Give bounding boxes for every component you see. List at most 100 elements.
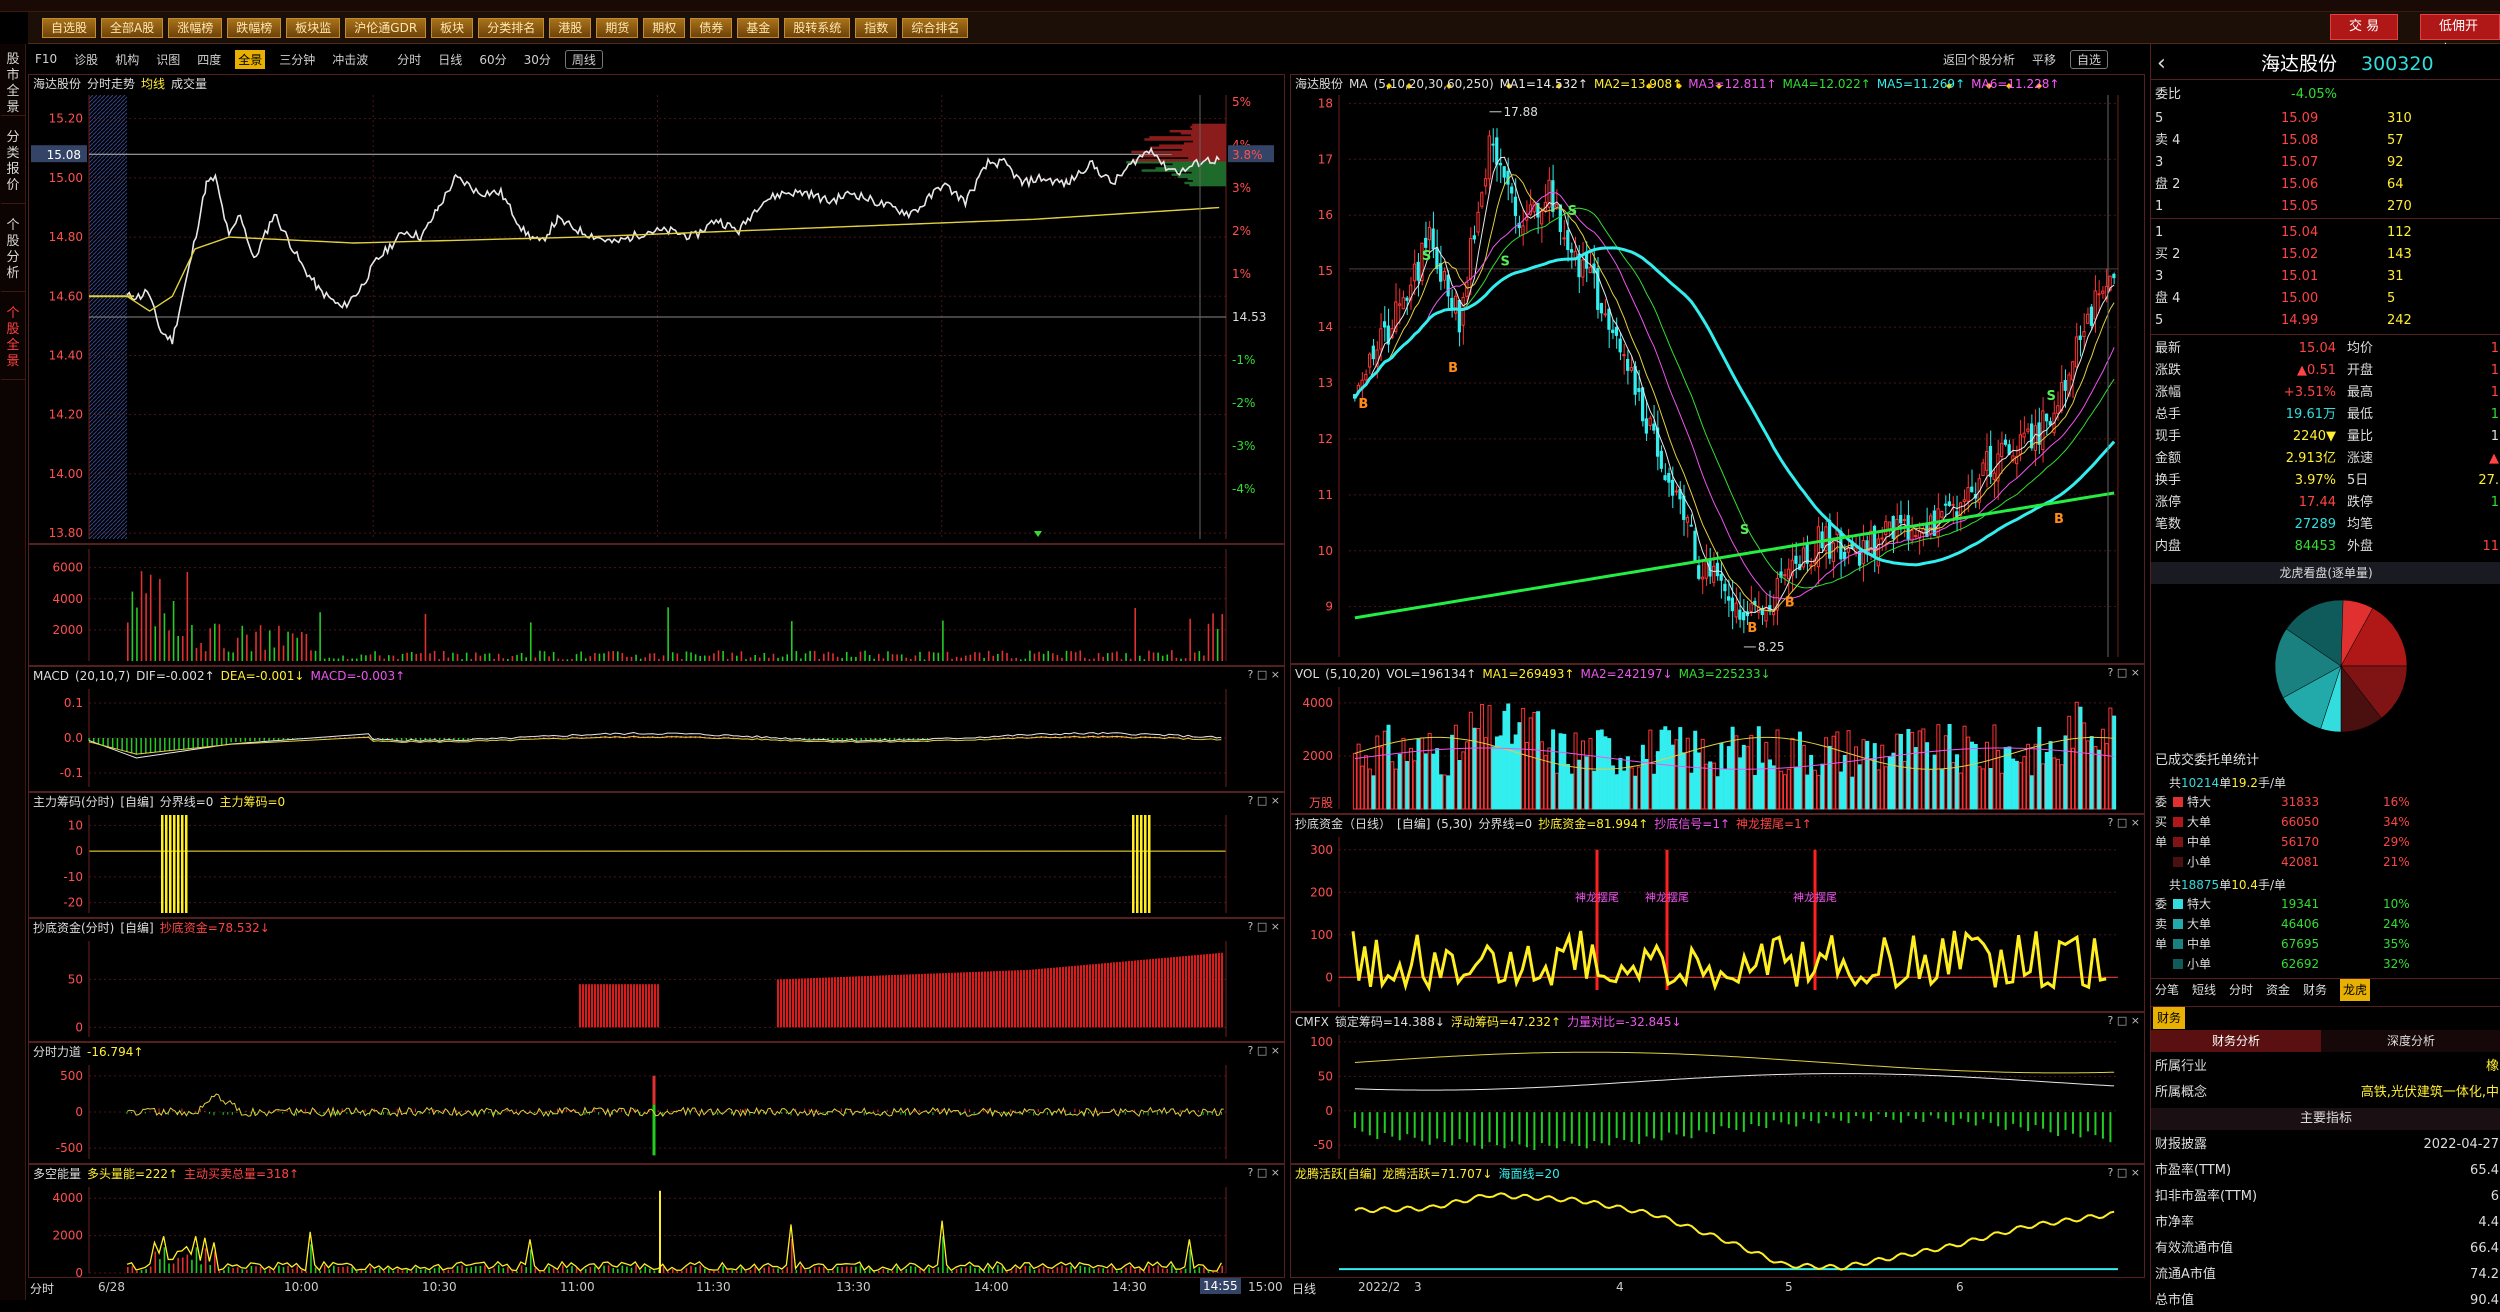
dk-bar [777, 1268, 779, 1273]
toolbar-button-8[interactable]: 港股 [549, 17, 592, 38]
toolbar-button-10[interactable]: 期权 [643, 17, 686, 38]
toolbar-button-0[interactable]: 自选股 [42, 17, 97, 38]
toolbar-button-15[interactable]: 综合排名 [902, 17, 969, 38]
subtab-6[interactable]: 三分钟 [276, 50, 318, 69]
macd-panel[interactable]: 0.1 0.0 -0.1 MACD (20,10,7) DIF=-0.002↑ DEA=-0… [28, 666, 1285, 792]
subtab-5[interactable]: 全景 [235, 49, 266, 69]
quote-tab-5[interactable]: 龙虎 [2340, 979, 2371, 1001]
sell-row-4[interactable]: 1 15.05 270 [2151, 196, 2500, 218]
vol-bar [333, 658, 335, 661]
cd-bar [1146, 959, 1148, 1028]
sell-tier-pct: 32% [2383, 957, 2410, 971]
buy-row-2[interactable]: 3 15.01 31 [2151, 266, 2500, 288]
cd-bar [819, 977, 821, 1028]
subtab-3[interactable]: 识图 [153, 50, 183, 69]
period-tab-2[interactable]: 60分 [476, 50, 509, 69]
quote-tab-1[interactable]: 短线 [2192, 979, 2216, 1001]
kline-action-2[interactable]: 自选 [2070, 49, 2109, 69]
quote-tab-3[interactable]: 资金 [2266, 979, 2290, 1001]
toolbar-button-3[interactable]: 跌幅榜 [227, 17, 282, 38]
panel-window-icons[interactable]: ? □ × [1248, 920, 1280, 933]
toolbar-button-9[interactable]: 期货 [596, 17, 639, 38]
panel-window-icons[interactable]: ? □ × [2108, 1166, 2140, 1179]
open-account-button[interactable]: 低佣开户 [2420, 14, 2500, 58]
side-tab-0[interactable]: 股市全景 [1, 46, 25, 116]
dk-bar [873, 1271, 876, 1273]
toolbar-button-14[interactable]: 指数 [855, 17, 898, 38]
subtab-7[interactable]: 冲击波 [329, 50, 371, 69]
dk-bar [232, 1268, 234, 1273]
side-tab-3[interactable]: 个股全景 [1, 300, 25, 380]
quote-tab-4[interactable]: 财务 [2303, 979, 2327, 1001]
kline-price-panel[interactable]: 18 17 16 15 14 13 12 11 10 9 B B S S S B B S S B 17.88 8.25 海达… [1290, 74, 2145, 664]
sell-row-2[interactable]: 3 15.07 92 [2151, 152, 2500, 174]
toolbar-button-5[interactable]: 沪伦通GDR [345, 17, 427, 38]
period-tab-4[interactable]: 周线 [564, 49, 603, 69]
cd-bar [924, 973, 926, 1028]
sell-tier-swatch [2173, 899, 2183, 909]
panel-window-icons[interactable]: ? □ × [1248, 668, 1280, 681]
macd-params: (20,10,7) [74, 669, 131, 683]
subtab-2[interactable]: 机构 [112, 50, 142, 69]
longteng-panel[interactable]: 龙腾活跃[自编] 龙腾活跃=71.707↓ 海面线=20 ? □ × [1290, 1164, 2145, 1278]
dk-bar [900, 1271, 903, 1273]
sell-summary-post: 手/单 [2257, 878, 2286, 892]
panel-window-icons[interactable]: ? □ × [2108, 816, 2140, 829]
long-short-energy-panel[interactable]: 4000 2000 0 多空能量 多头量能=222↑ 主动买卖总量=318↑ ? □ × [28, 1164, 1285, 1278]
side-tab-2[interactable]: 个股分析 [1, 212, 25, 292]
cmfx-panel[interactable]: 100 50 0 -50 CMFX 锁定筹码=14.388↓ 浮动筹码=47.232↑ 力量对… [1290, 1012, 2145, 1164]
subtab-0[interactable]: F10 [32, 51, 60, 67]
panel-window-icons[interactable]: ? □ × [2108, 666, 2140, 679]
panel-window-icons[interactable]: ? □ × [2108, 1014, 2140, 1027]
intraday-force-panel[interactable]: 500 0 -500 分时力道 -16.794↑ ? □ × [28, 1042, 1285, 1164]
toolbar-button-6[interactable]: 板块 [431, 17, 474, 38]
sell-row-3[interactable]: 盘 2 15.06 64 [2151, 174, 2500, 196]
buy-row-0[interactable]: 1 15.04 112 [2151, 222, 2500, 244]
panel-window-icons[interactable]: ? □ × [1248, 794, 1280, 807]
kline-bottom-fund-panel[interactable]: 300 200 100 0 神龙摆尾 神龙摆尾 神龙摆尾 抄底资金（日线） [自编] (5,30)… [1290, 814, 2145, 1012]
quote-tab-0[interactable]: 分笔 [2155, 979, 2179, 1001]
period-tab-1[interactable]: 日线 [435, 50, 465, 69]
toolbar-button-7[interactable]: 分类排名 [478, 17, 545, 38]
fin-tab[interactable]: 财务 [2153, 1007, 2186, 1029]
cd-bar [954, 972, 956, 1028]
toolbar-button-11[interactable]: 债券 [690, 17, 733, 38]
kline-action-1[interactable]: 平移 [2029, 50, 2059, 69]
period-tab-0[interactable]: 分时 [394, 50, 424, 69]
toolbar-button-4[interactable]: 板块监 [286, 17, 341, 38]
panel-window-icons[interactable]: ? □ × [1248, 1044, 1280, 1057]
zl-tick: -20 [63, 896, 83, 910]
dk-bar [557, 1270, 560, 1273]
kline-action-0[interactable]: 返回个股分析 [1940, 50, 2018, 69]
cd-bar [798, 978, 800, 1028]
quote-tab-2[interactable]: 分时 [2229, 979, 2253, 1001]
subtab-1[interactable]: 诊股 [71, 50, 101, 69]
subtab-4[interactable]: 四度 [194, 50, 224, 69]
back-icon[interactable]: ‹ [2157, 48, 2166, 80]
buy-row-1[interactable]: 买 2 15.02 143 [2151, 244, 2500, 266]
vol-bar [323, 658, 326, 661]
vol-bar [282, 645, 285, 661]
panel-window-icons[interactable]: ? □ × [1248, 1166, 1280, 1179]
sell-row-1[interactable]: 卖 4 15.08 57 [2151, 130, 2500, 152]
toolbar-button-12[interactable]: 基金 [737, 17, 780, 38]
toolbar-button-1[interactable]: 全部A股 [101, 17, 164, 38]
fin-sub-0[interactable]: 财务分析 [2151, 1030, 2321, 1052]
sell-row-0[interactable]: 5 15.09 310 [2151, 108, 2500, 130]
intraday-volume-panel[interactable]: 6000 4000 2000 [28, 544, 1285, 666]
toolbar-button-2[interactable]: 涨幅榜 [168, 17, 223, 38]
fin-sub-1[interactable]: 深度分析 [2326, 1030, 2496, 1052]
vol-bar [1207, 623, 1210, 661]
vol-bar [1216, 628, 1219, 661]
buy-row-3[interactable]: 盘 4 15.00 5 [2151, 288, 2500, 310]
kline-volume-panel[interactable]: 4000 2000 万股 VOL (5,10,20) VOL=196134↑ MA1=269… [1290, 664, 2145, 814]
kvol-bar [1741, 744, 1746, 810]
buy-row-4[interactable]: 5 14.99 242 [2151, 310, 2500, 332]
toolbar-button-13[interactable]: 股转系统 [784, 17, 851, 38]
bottom-fund-panel[interactable]: 50 0 抄底资金(分时) [自编] 抄底资金=78.532↓ ? □ × [28, 918, 1285, 1042]
side-tab-1[interactable]: 分类报价 [1, 124, 25, 204]
period-tab-3[interactable]: 30分 [521, 50, 554, 69]
intraday-price-panel[interactable]: 15.20 15.00 14.80 14.60 14.40 14.20 14.00 13.80… [28, 74, 1285, 544]
main-chips-panel[interactable]: 10 0 -10 -20 主力筹码(分时) [自编] 分界线=0 主力筹码=0 ? □ × [28, 792, 1285, 918]
trade-button[interactable]: 交 易 [2330, 14, 2399, 40]
